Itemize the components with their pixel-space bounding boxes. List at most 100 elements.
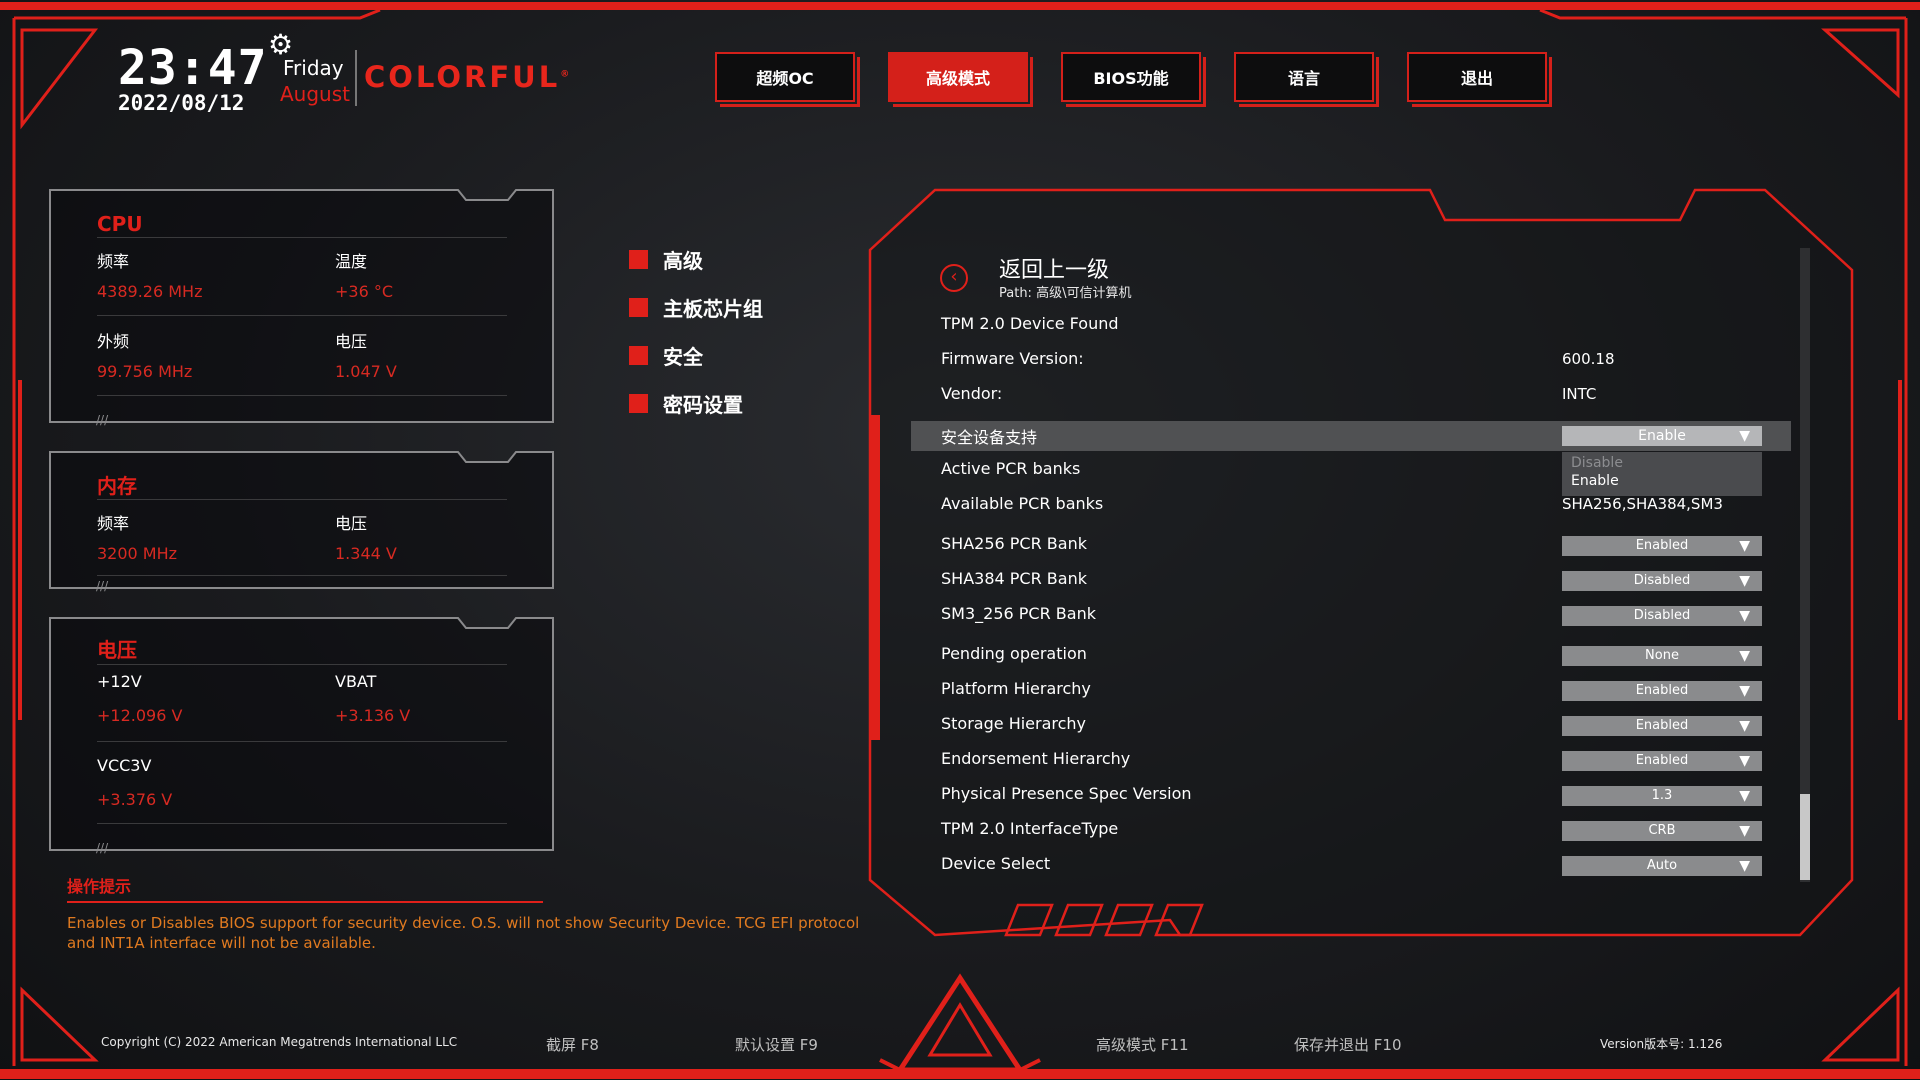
scrollbar-thumb[interactable] <box>1800 794 1810 880</box>
dropdown-arrow-icon: ▼ <box>1739 573 1750 589</box>
security-device-dropdown[interactable]: Enable ▼ <box>1562 426 1762 446</box>
cpu-temp-value: +36 °C <box>335 282 394 301</box>
setting-dropdown[interactable]: CRB ▼ <box>1562 821 1762 841</box>
copyright: Copyright (C) 2022 American Megatrends I… <box>101 1035 458 1049</box>
scrollbar[interactable] <box>1800 248 1810 882</box>
memory-title: 内存 <box>97 474 137 498</box>
dropdown-arrow-icon: ▼ <box>1739 608 1750 624</box>
setting-label[interactable]: Physical Presence Spec Version <box>941 784 1192 803</box>
cpu-temp-label: 温度 <box>335 252 368 271</box>
vcc3v-value: +3.376 V <box>97 790 173 809</box>
tab-language[interactable]: 语言 <box>1234 52 1379 107</box>
side-item-advanced[interactable]: 高级 <box>629 235 763 283</box>
dropdown-arrow-icon: ▼ <box>1739 718 1750 734</box>
bullet-icon <box>629 393 648 413</box>
dropdown-arrow-icon: ▼ <box>1739 823 1750 839</box>
available-pcr-label: Available PCR banks <box>941 494 1104 513</box>
voltage-title: 电压 <box>97 638 137 662</box>
memory-volt-value: 1.344 V <box>335 544 397 563</box>
memory-freq-label: 频率 <box>97 514 130 533</box>
dropdown-arrow-icon: ▼ <box>1739 788 1750 804</box>
cpu-freq-value: 4389.26 MHz <box>97 282 203 301</box>
dropdown-arrow-icon: ▼ <box>1739 683 1750 699</box>
defaults-hotkey[interactable]: 默认设置 F9 <box>735 1034 818 1055</box>
vbat-label: VBAT <box>335 672 377 691</box>
side-item-password[interactable]: 密码设置 <box>629 379 763 427</box>
dropdown-arrow-icon: ▼ <box>1739 648 1750 664</box>
firmware-value: 600.18 <box>1562 350 1615 368</box>
clock: 23:47 2022/08/12 <box>118 44 268 114</box>
setting-label[interactable]: Platform Hierarchy <box>941 679 1091 698</box>
top-tabs: 超频OC 高级模式 BIOS功能 语言 退出 <box>715 52 1552 107</box>
vcc3v-label: VCC3V <box>97 756 152 775</box>
dropdown-arrow-icon: ▼ <box>1739 538 1750 554</box>
cpu-volt-label: 电压 <box>335 332 368 351</box>
memory-freq-value: 3200 MHz <box>97 544 178 563</box>
hint-title: 操作提示 <box>67 877 132 896</box>
dropdown-arrow-icon: ▼ <box>1739 753 1750 769</box>
dropdown-arrow-icon: ▼ <box>1739 858 1750 874</box>
security-device-options: Disable Enable <box>1562 452 1762 496</box>
setting-dropdown[interactable]: Disabled ▼ <box>1562 571 1762 591</box>
setting-label[interactable]: TPM 2.0 InterfaceType <box>941 819 1118 838</box>
dropdown-arrow-icon: ▼ <box>1739 428 1750 444</box>
save-exit-hotkey[interactable]: 保存并退出 F10 <box>1294 1034 1401 1055</box>
setting-label[interactable]: Device Select <box>941 854 1050 873</box>
setting-label[interactable]: SHA256 PCR Bank <box>941 534 1087 553</box>
setting-dropdown[interactable]: Enabled ▼ <box>1562 716 1762 736</box>
cpu-volt-value: 1.047 V <box>335 362 397 381</box>
setting-dropdown[interactable]: 1.3 ▼ <box>1562 786 1762 806</box>
voltage-panel: 电压 +12V VBAT +12.096 V +3.136 V VCC3V +3… <box>50 618 553 850</box>
side-item-security[interactable]: 安全 <box>629 331 763 379</box>
side-menu: 高级 主板芯片组 安全 密码设置 <box>629 235 763 427</box>
setting-label[interactable]: SHA384 PCR Bank <box>941 569 1087 588</box>
advanced-mode-hotkey[interactable]: 高级模式 F11 <box>1096 1034 1188 1055</box>
tab-advanced-mode[interactable]: 高级模式 <box>888 52 1033 107</box>
option-disable[interactable]: Disable <box>1571 455 1623 471</box>
setting-label[interactable]: SM3_256 PCR Bank <box>941 604 1096 623</box>
option-enable[interactable]: Enable <box>1571 473 1619 489</box>
clock-time: 23:47 <box>118 40 268 96</box>
setting-dropdown[interactable]: None ▼ <box>1562 646 1762 666</box>
brand-divider <box>355 50 357 106</box>
tab-exit[interactable]: 退出 <box>1407 52 1552 107</box>
version: Version版本号: 1.126 <box>1600 1037 1723 1051</box>
back-arrow-icon[interactable]: ‹ <box>940 264 968 292</box>
active-pcr-label: Active PCR banks <box>941 459 1081 478</box>
screenshot-hotkey[interactable]: 截屏 F8 <box>546 1034 599 1055</box>
v12-label: +12V <box>97 672 142 691</box>
month: August <box>280 82 350 106</box>
firmware-label: Firmware Version: <box>941 349 1084 368</box>
cpu-title: CPU <box>97 212 143 236</box>
breadcrumb-path: Path: 高级\可信计算机 <box>999 286 1132 301</box>
bullet-icon <box>629 297 648 317</box>
v12-value: +12.096 V <box>97 706 183 725</box>
setting-label[interactable]: Storage Hierarchy <box>941 714 1086 733</box>
setting-dropdown[interactable]: Enabled ▼ <box>1562 681 1762 701</box>
bullet-icon <box>629 345 648 365</box>
side-item-chipset[interactable]: 主板芯片组 <box>629 283 763 331</box>
tpm-found-label: TPM 2.0 Device Found <box>941 314 1119 333</box>
setting-dropdown[interactable]: Enabled ▼ <box>1562 536 1762 556</box>
vendor-value: INTC <box>1562 385 1597 403</box>
available-pcr-value: SHA256,SHA384,SM3 <box>1562 495 1723 513</box>
cpu-bclk-value: 99.756 MHz <box>97 362 193 381</box>
setting-dropdown[interactable]: Auto ▼ <box>1562 856 1762 876</box>
tab-bios-features[interactable]: BIOS功能 <box>1061 52 1206 107</box>
vbat-value: +3.136 V <box>335 706 411 725</box>
security-device-label[interactable]: 安全设备支持 <box>941 424 1037 448</box>
setting-dropdown[interactable]: Enabled ▼ <box>1562 751 1762 771</box>
cpu-freq-label: 频率 <box>97 252 130 271</box>
vendor-label: Vendor: <box>941 384 1003 403</box>
setting-label[interactable]: Endorsement Hierarchy <box>941 749 1130 768</box>
colorful-emblem-icon <box>879 973 1041 1073</box>
memory-volt-label: 电压 <box>335 514 368 533</box>
cpu-panel: CPU 频率 温度 4389.26 MHz +36 °C 外频 电压 99.75… <box>50 190 553 422</box>
back-title[interactable]: 返回上一级 <box>999 252 1109 284</box>
hint-divider <box>67 901 543 903</box>
bullet-icon <box>629 249 648 269</box>
tab-overclock[interactable]: 超频OC <box>715 52 860 107</box>
brand-logo: COLORFUL® <box>364 60 573 94</box>
setting-label[interactable]: Pending operation <box>941 644 1087 663</box>
setting-dropdown[interactable]: Disabled ▼ <box>1562 606 1762 626</box>
